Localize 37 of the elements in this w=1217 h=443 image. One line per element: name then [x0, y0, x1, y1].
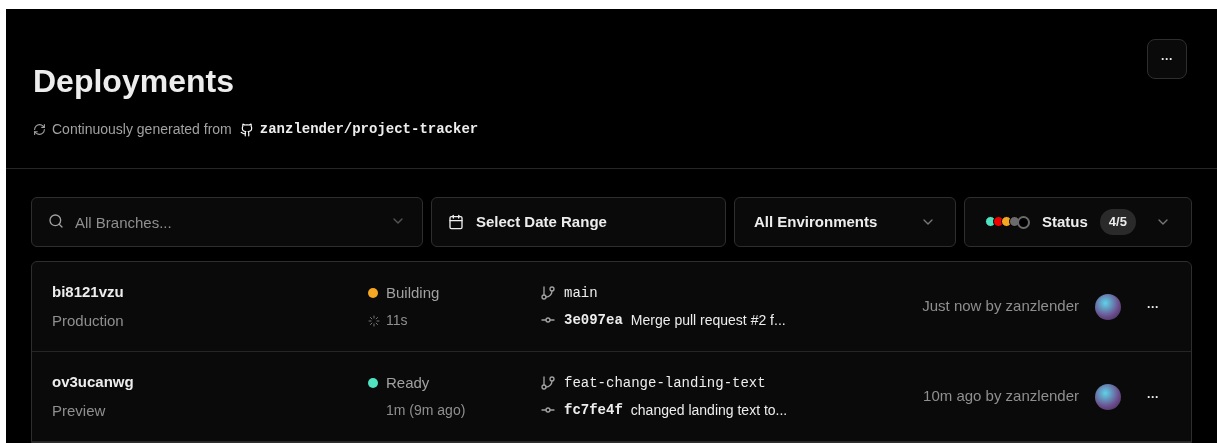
branch-name[interactable]: main: [564, 282, 598, 304]
row-more-button[interactable]: ···: [1147, 297, 1159, 316]
status-count-badge: 4/5: [1099, 209, 1136, 235]
time-author-text: 10m ago by zanzlender: [923, 386, 1079, 407]
duration-text: 11s: [386, 311, 408, 331]
status-text: Ready: [386, 372, 430, 393]
commit-message: Merge pull request #2 f...: [630, 310, 786, 330]
branch-search-field[interactable]: All Branches...: [31, 197, 423, 247]
repo-link[interactable]: zanzlender/project-tracker: [259, 119, 479, 140]
commit-message: changed landing text to...: [630, 400, 788, 420]
refresh-icon: [33, 123, 46, 136]
branch-name[interactable]: feat-change-landing-text: [564, 372, 766, 394]
environments-dropdown[interactable]: All Environments: [734, 197, 956, 247]
avatar: [1095, 293, 1121, 320]
branch-icon: [540, 375, 556, 391]
row-more-button[interactable]: ···: [1147, 387, 1159, 406]
search-icon: [48, 213, 64, 229]
environment-text: Production: [52, 310, 125, 331]
status-dropdown[interactable]: Status 4/5: [964, 197, 1192, 247]
status-text: Building: [386, 282, 440, 303]
date-range-button[interactable]: Select Date Range: [431, 197, 726, 247]
page-title: Deployments: [33, 65, 235, 97]
environment-text: Preview: [52, 400, 107, 421]
spinner-icon: [368, 314, 380, 327]
calendar-icon: [448, 214, 464, 230]
commit-hash[interactable]: fc7fe4f: [564, 399, 623, 421]
branch-icon: [540, 285, 556, 301]
subtitle-text: Continuously generated from: [52, 120, 232, 139]
deployment-id[interactable]: bi8121vzu: [52, 281, 368, 304]
more-button[interactable]: ···: [1147, 39, 1187, 79]
deployment-id[interactable]: ov3ucanwg: [52, 371, 368, 394]
duration-text: 1m (9m ago): [386, 401, 466, 421]
github-icon: [239, 122, 254, 137]
avatar: [1095, 383, 1121, 410]
time-author-text: Just now by zanzlender: [922, 296, 1079, 317]
commit-hash[interactable]: 3e097ea: [564, 309, 623, 331]
status-label: Status: [1042, 211, 1088, 232]
